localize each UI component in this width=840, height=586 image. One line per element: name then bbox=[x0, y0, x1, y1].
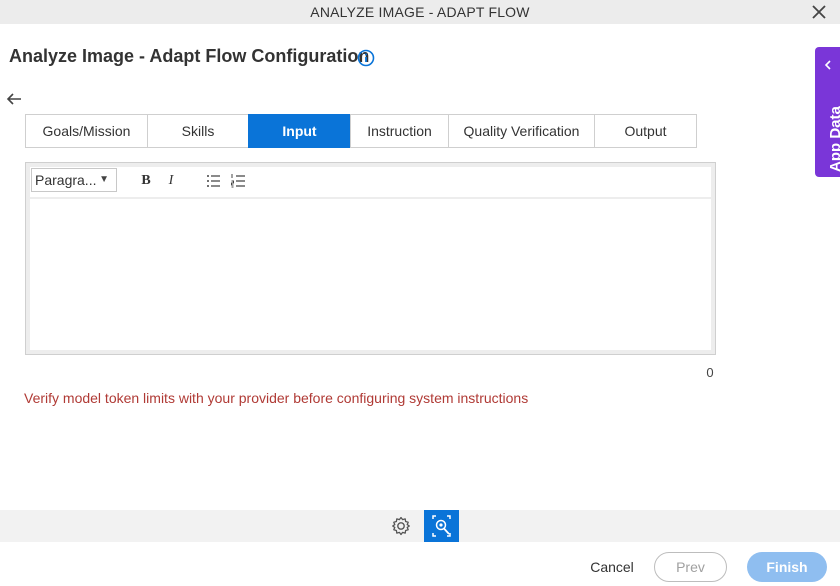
tab-quality-verification[interactable]: Quality Verification bbox=[448, 114, 595, 148]
gear-icon[interactable] bbox=[390, 515, 412, 537]
config-tabs: Goals/Mission Skills Input Instruction Q… bbox=[25, 114, 697, 148]
window-titlebar: ANALYZE IMAGE - ADAPT FLOW bbox=[0, 0, 840, 24]
rich-text-editor: Paragra... ▼ B I bbox=[25, 162, 716, 355]
back-arrow-icon[interactable] bbox=[6, 91, 22, 107]
bold-button[interactable]: B bbox=[137, 172, 155, 190]
paragraph-format-select[interactable]: Paragra... ▼ bbox=[31, 168, 117, 192]
app-data-label: App Data bbox=[827, 106, 840, 172]
italic-button[interactable]: I bbox=[162, 172, 180, 190]
dropdown-arrow-icon: ▼ bbox=[99, 174, 109, 185]
window-title: ANALYZE IMAGE - ADAPT FLOW bbox=[310, 4, 530, 20]
editor-content-area[interactable] bbox=[30, 199, 711, 350]
info-icon[interactable] bbox=[357, 49, 375, 67]
tab-instruction[interactable]: Instruction bbox=[350, 114, 449, 148]
tab-input[interactable]: Input bbox=[248, 114, 351, 148]
page-title: Analyze Image - Adapt Flow Configuration bbox=[9, 46, 370, 66]
character-count: 0 bbox=[706, 365, 714, 380]
ai-image-glyph bbox=[432, 515, 451, 537]
cancel-button[interactable]: Cancel bbox=[580, 553, 644, 581]
bottom-tool-strip bbox=[0, 510, 840, 542]
chevron-left-icon bbox=[824, 60, 831, 70]
numbered-list-icon[interactable] bbox=[230, 172, 248, 190]
token-limit-warning: Verify model token limits with your prov… bbox=[24, 390, 529, 406]
editor-toolbar: Paragra... ▼ B I bbox=[30, 167, 711, 197]
close-icon[interactable] bbox=[810, 3, 828, 21]
paragraph-format-value: Paragra... bbox=[35, 172, 97, 188]
finish-button[interactable]: Finish bbox=[747, 552, 827, 582]
bullet-list-icon[interactable] bbox=[205, 172, 223, 190]
ai-image-icon[interactable] bbox=[424, 510, 459, 542]
tab-output[interactable]: Output bbox=[594, 114, 697, 148]
tab-skills[interactable]: Skills bbox=[147, 114, 249, 148]
prev-button[interactable]: Prev bbox=[654, 552, 727, 582]
tab-goals-mission[interactable]: Goals/Mission bbox=[25, 114, 148, 148]
app-data-panel-toggle[interactable]: App Data bbox=[815, 47, 840, 177]
